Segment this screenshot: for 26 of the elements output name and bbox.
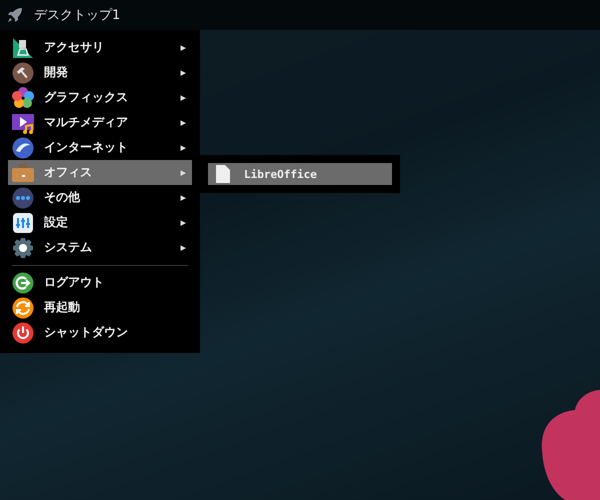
menu-item[interactable]: システム ▸ xyxy=(8,235,192,260)
rocket-icon[interactable] xyxy=(6,6,24,24)
flower-icon xyxy=(12,86,34,108)
menu-item[interactable]: その他 ▸ xyxy=(8,185,192,210)
menu-item[interactable]: 再起動 xyxy=(8,295,192,320)
desktop-title: デスクトップ1 xyxy=(34,7,120,24)
briefcase-icon xyxy=(12,162,34,184)
sliders-icon xyxy=(12,212,34,234)
document-icon xyxy=(216,165,230,183)
menu-item[interactable]: ログアウト xyxy=(8,270,192,295)
restart-icon xyxy=(12,296,34,318)
dots-icon xyxy=(12,186,34,208)
menu-item[interactable]: シャットダウン xyxy=(8,320,192,345)
power-icon xyxy=(12,322,34,344)
menu-item[interactable]: アクセサリ ▸ xyxy=(8,35,192,60)
menu-item[interactable]: インターネット ▸ xyxy=(8,135,192,160)
menu-item[interactable]: グラフィックス ▸ xyxy=(8,85,192,110)
submenu-item[interactable]: LibreOffice xyxy=(208,163,392,185)
menu-item[interactable]: オフィス ▸ xyxy=(8,160,192,185)
gear-icon xyxy=(12,236,34,258)
logout-icon xyxy=(12,272,34,294)
menu-item[interactable]: マルチメディア ▸ xyxy=(8,110,192,135)
hammer-icon xyxy=(12,62,34,84)
film-icon xyxy=(12,112,34,134)
menu-item[interactable]: 設定 ▸ xyxy=(8,210,192,235)
menu-item[interactable]: 開発 ▸ xyxy=(8,60,192,85)
